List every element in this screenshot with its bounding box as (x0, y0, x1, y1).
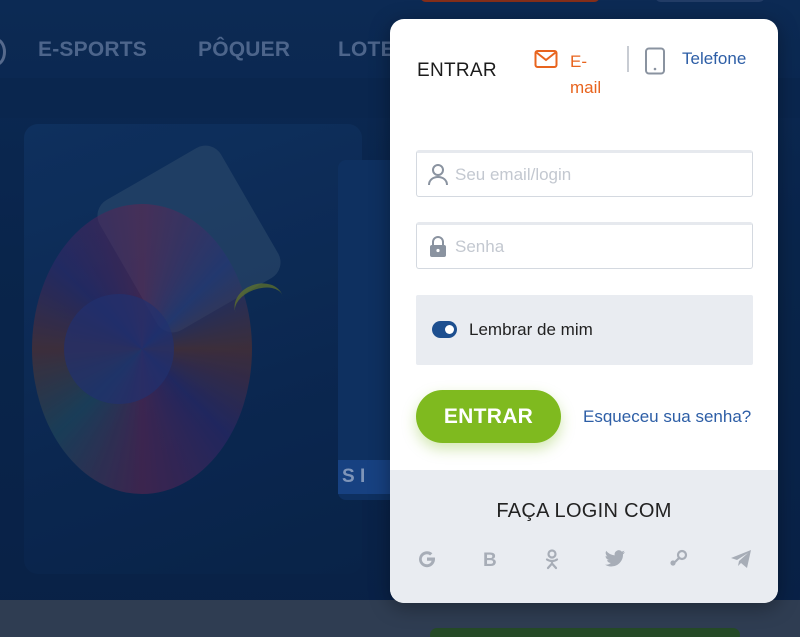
email-field[interactable] (416, 150, 753, 197)
telegram-icon[interactable] (728, 546, 754, 572)
login-button[interactable]: ENTRAR (416, 390, 561, 443)
steam-icon[interactable] (665, 546, 691, 572)
odnoklassniki-icon[interactable] (539, 546, 565, 572)
lock-icon (427, 235, 449, 264)
phone-icon (644, 47, 666, 80)
modal-title: ENTRAR (417, 60, 497, 81)
svg-text:B: B (483, 550, 497, 570)
password-field[interactable] (416, 222, 753, 269)
tab-divider (627, 46, 629, 72)
tab-phone[interactable]: Telefone (644, 45, 756, 75)
twitter-icon[interactable] (602, 546, 628, 572)
toggle-knob (445, 325, 454, 334)
remember-me-toggle[interactable] (432, 321, 457, 338)
social-login-section: FAÇA LOGIN COM B (390, 470, 778, 603)
remember-me-row[interactable]: Lembrar de mim (416, 295, 753, 365)
login-modal: ENTRAR E-mail Telefone Seu email/login L… (390, 19, 778, 603)
mail-icon (534, 49, 558, 74)
password-input[interactable] (455, 234, 740, 260)
b-icon[interactable]: B (477, 546, 503, 572)
google-icon[interactable] (414, 546, 440, 572)
user-icon (427, 163, 449, 192)
tab-email-label: E-mail (570, 52, 602, 97)
forgot-password-link[interactable]: Esqueceu sua senha? (583, 407, 751, 427)
tab-phone-label: Telefone (682, 49, 747, 68)
email-input[interactable] (455, 162, 740, 188)
tab-email[interactable]: E-mail (530, 47, 610, 97)
social-login-title: FAÇA LOGIN COM (496, 500, 672, 522)
remember-me-label: Lembrar de mim (469, 320, 593, 339)
